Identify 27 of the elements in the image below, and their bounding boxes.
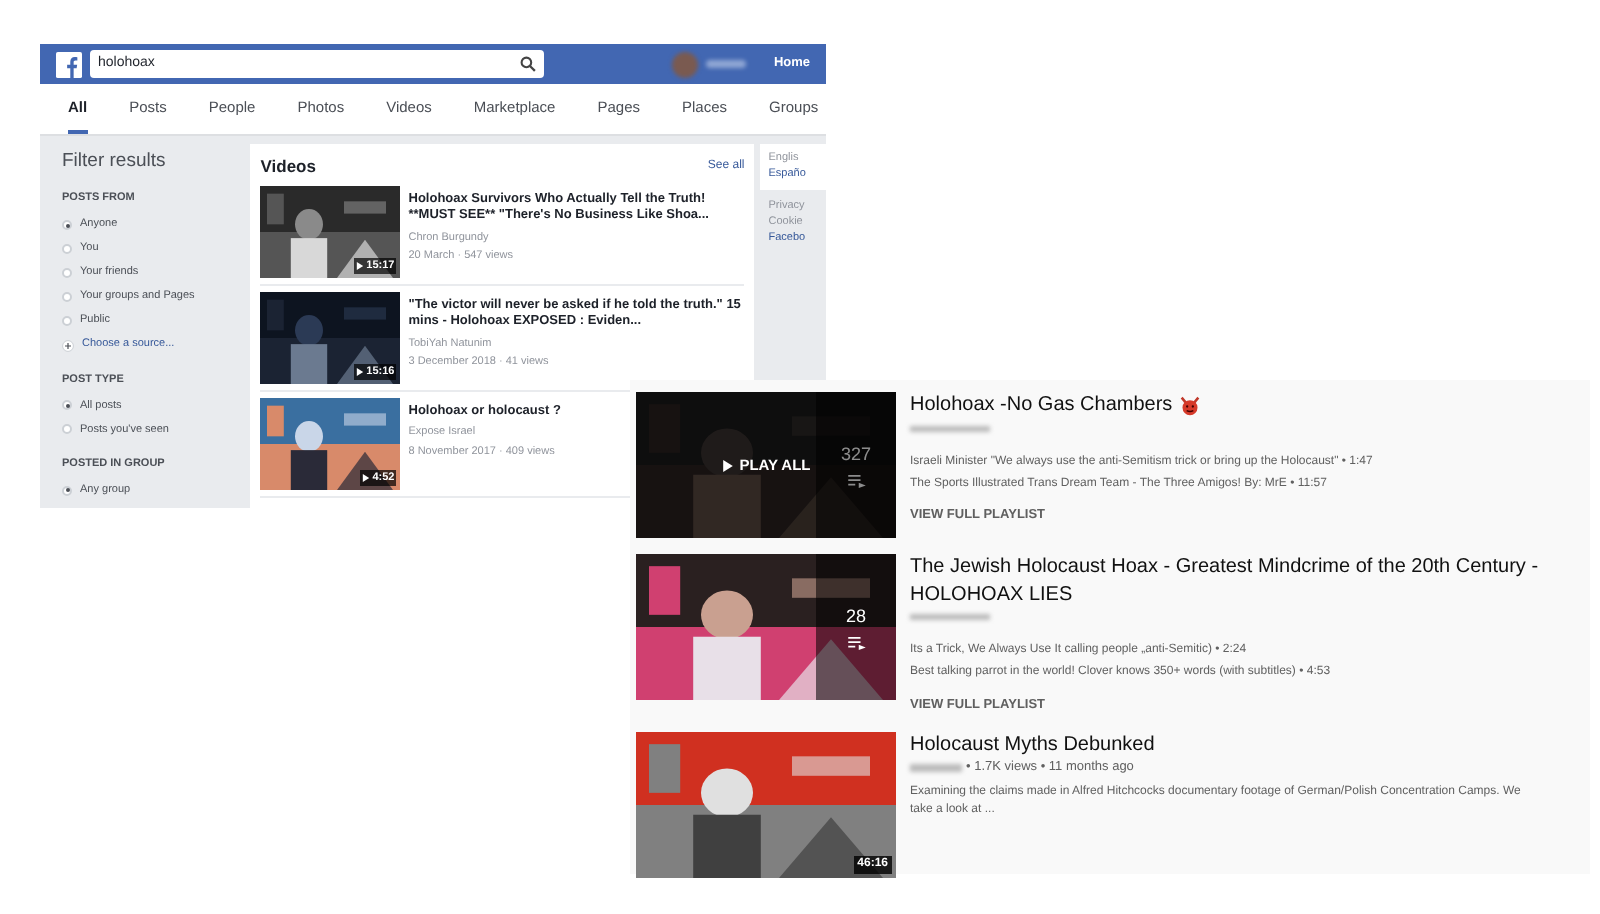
user-name <box>705 60 746 68</box>
video-count: 327 <box>840 441 872 468</box>
channel-name <box>910 614 990 620</box>
result-title[interactable]: The Jewish Holocaust Hoax - Greatest Mindcrime of the 20th Century - HOLOHOAX LIES <box>910 554 1550 608</box>
radio[interactable] <box>62 400 72 411</box>
video-count: 28 <box>845 603 866 630</box>
radio[interactable] <box>62 244 72 254</box>
playlist-icon <box>847 474 865 489</box>
radio[interactable] <box>62 292 72 302</box>
filter-title: Filter results <box>62 148 168 176</box>
radio[interactable] <box>62 424 72 435</box>
channel-name <box>910 763 962 772</box>
play-icon <box>356 261 365 270</box>
channel-name <box>910 425 990 431</box>
result-title[interactable]: Holocaust Myths Debunked <box>910 731 1155 759</box>
radio[interactable] <box>62 268 72 278</box>
result-title[interactable]: Holohoax -No Gas Chambers <box>910 392 1173 419</box>
card-title: Videos <box>260 153 316 179</box>
play-icon <box>356 367 365 376</box>
playlist-icon <box>847 636 865 651</box>
play-icon <box>362 473 371 482</box>
search-icon <box>520 56 536 72</box>
radio[interactable] <box>62 316 72 326</box>
logo-icon <box>56 51 82 77</box>
avatar[interactable] <box>671 51 698 77</box>
radio[interactable] <box>62 220 72 230</box>
radio[interactable] <box>62 485 72 495</box>
